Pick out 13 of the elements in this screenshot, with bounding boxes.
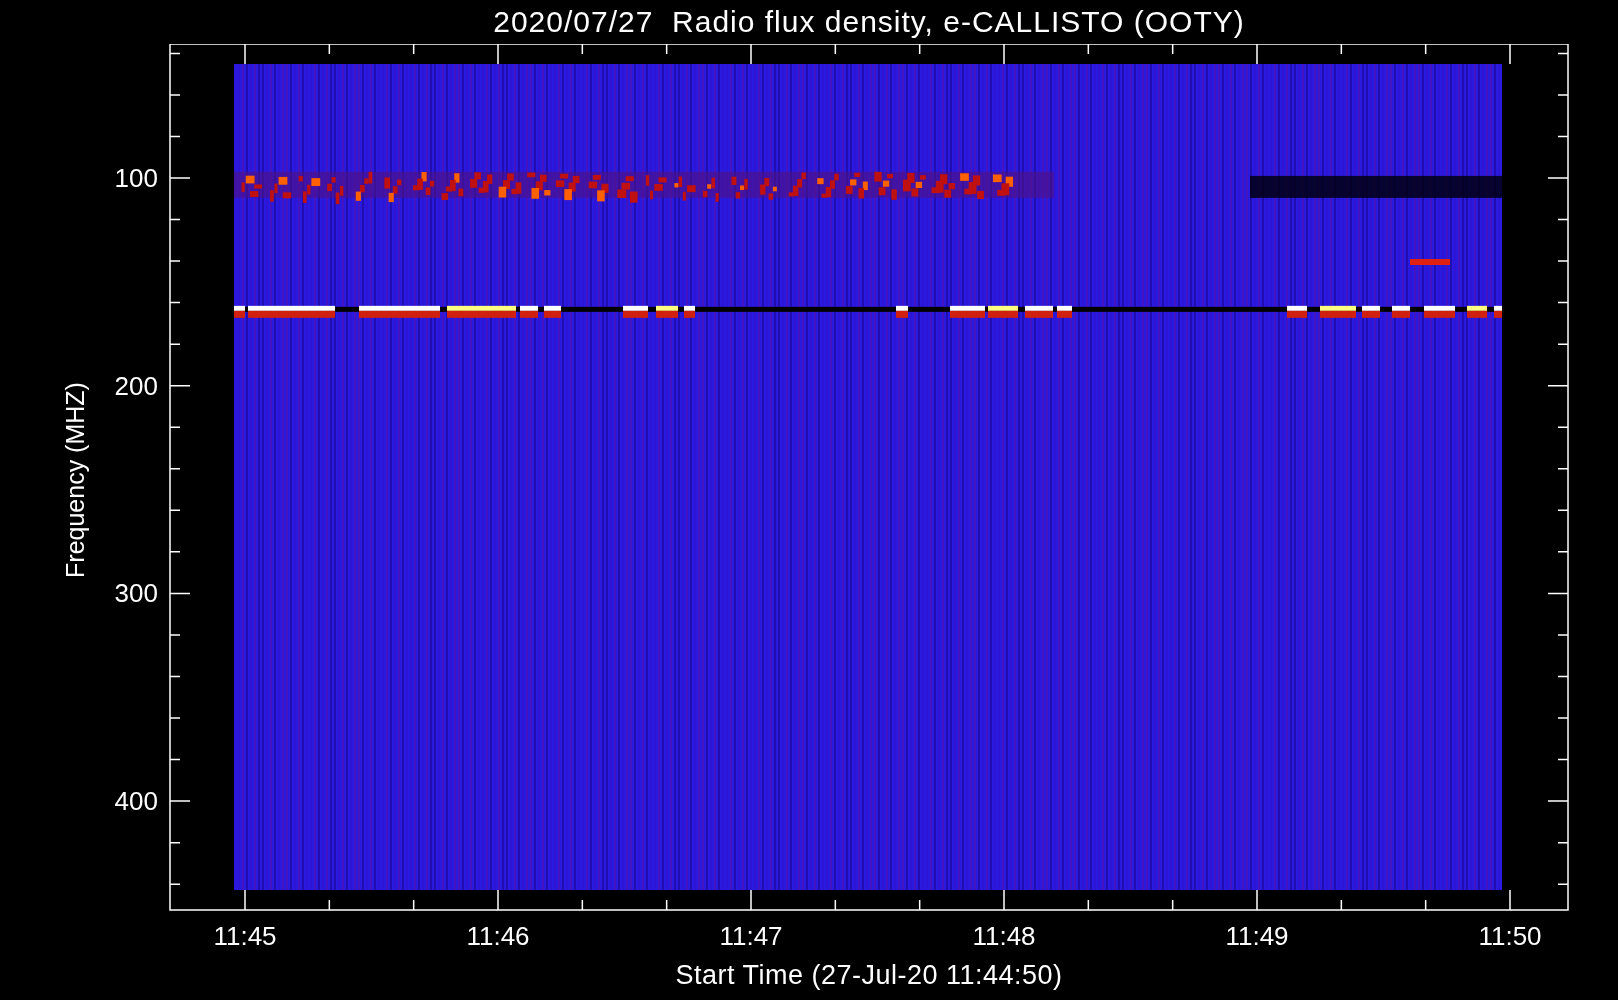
x-axis-label: Start Time (27-Jul-20 11:44:50) <box>675 960 1063 991</box>
x-tick-label: 11:47 <box>719 921 783 951</box>
x-tick-label: 11:45 <box>213 921 277 951</box>
y-axis-label: Frequency (MHZ) <box>61 382 89 578</box>
y-tick-label: 100 <box>114 163 158 193</box>
chart-title: 2020/07/27 Radio flux density, e-CALLISTO (OOTY) <box>493 5 1245 39</box>
x-tick-label: 11:46 <box>466 921 530 951</box>
y-tick-label: 400 <box>114 786 158 817</box>
x-tick-label: 11:48 <box>972 921 1036 951</box>
y-tick-label: 300 <box>114 578 158 609</box>
x-tick-label: 11:50 <box>1478 921 1542 951</box>
x-tick-label: 11:49 <box>1225 921 1289 951</box>
y-tick-label: 200 <box>114 370 158 401</box>
